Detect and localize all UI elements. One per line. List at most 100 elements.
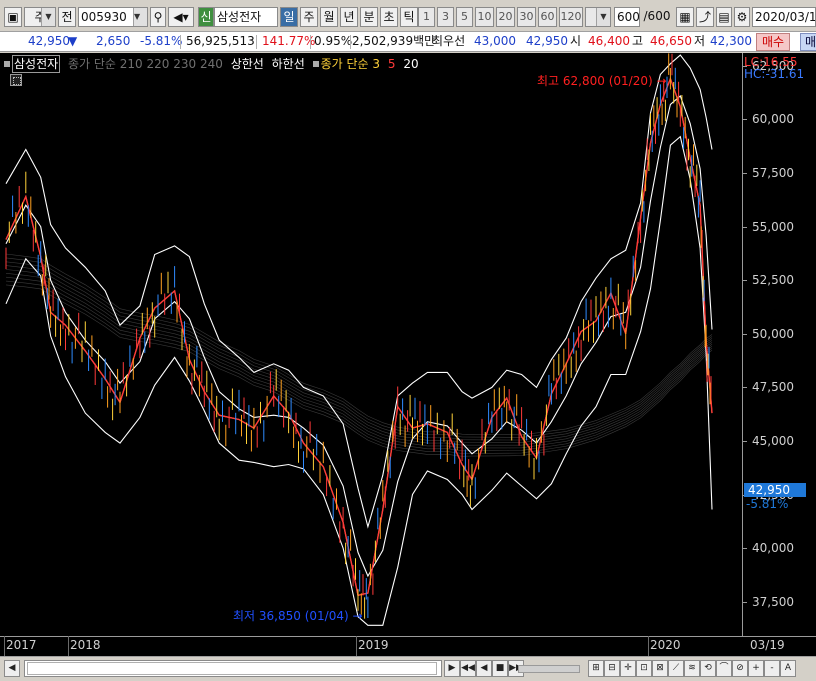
interval-5[interactable]: 5 [456, 7, 473, 27]
ruler-icon[interactable]: ⊡ [636, 660, 652, 677]
fibonacci-icon[interactable]: ≋ [684, 660, 700, 677]
eraser-icon[interactable]: ⊘ [732, 660, 748, 677]
x-tick [648, 636, 649, 656]
high-label: 고 [632, 34, 644, 48]
change-percent: -5.81% [140, 34, 183, 48]
low-annotation: 최저 36,850 (01/04) → [233, 609, 363, 623]
priority-label: 최우선 [432, 34, 466, 48]
grid-toggle-icon[interactable] [10, 74, 22, 86]
date-input[interactable]: 2020/03/1 [752, 7, 816, 27]
chevron-down-icon[interactable]: ▼ [133, 8, 147, 26]
buy-button[interactable]: 매수 [756, 33, 791, 51]
plot-area[interactable] [0, 53, 742, 636]
rewind-button[interactable]: ◀◀ [460, 660, 476, 677]
x-tick [68, 636, 69, 656]
legend-item[interactable]: 하한선 [272, 56, 305, 72]
legend-item[interactable]: 삼성전자 [12, 55, 61, 73]
x-axis-line [0, 636, 816, 637]
gear-icon[interactable]: ⚙ [734, 7, 750, 27]
window-menu-icon[interactable]: ▣ [4, 7, 22, 27]
interval-3[interactable]: 3 [437, 7, 454, 27]
code-input[interactable]: 005930 ▼ [78, 7, 148, 27]
scroll-thumb[interactable] [27, 662, 437, 675]
legend-item[interactable]: 5 [388, 56, 396, 72]
chevron-down-icon[interactable]: ▼ [596, 8, 610, 26]
speaker-icon[interactable]: ◀▾ [168, 7, 194, 27]
interval-1[interactable]: 1 [418, 7, 435, 27]
chevron-down-icon[interactable]: ▼ [41, 8, 55, 26]
credit-badge: 신 [198, 7, 214, 27]
stop-button[interactable]: ■ [492, 660, 508, 677]
legend-item[interactable]: 상한선 [231, 56, 264, 72]
interval-120[interactable]: 120 [559, 7, 583, 27]
tab-day[interactable]: 일 [280, 7, 298, 27]
search-icon[interactable]: ⚲ [150, 7, 166, 27]
text-tool-icon[interactable]: ⌒ [716, 660, 732, 677]
x-tick-label: 2020 [650, 638, 681, 652]
tab-month[interactable]: 월 [320, 7, 338, 27]
bottom-scrollbar: ◀ ▶ ◀◀ ◀ ■ ▶▶ ⊞ ⊟ ✛ ⊡ ⊠ ⟋ ≋ ⟲ ⌒ ⊘ + - A [0, 656, 816, 681]
auto-scale-button[interactable]: A [780, 660, 796, 677]
zoom-out-button[interactable]: - [764, 660, 780, 677]
zoom-in-button[interactable]: + [748, 660, 764, 677]
y-tick-label: 37,500 [752, 594, 794, 609]
open-price: 46,400 [588, 34, 630, 48]
y-tick-label: 40,000 [752, 541, 794, 556]
hc-readout: HC:-31.61 [744, 67, 805, 81]
stock-name-field[interactable]: 삼성전자 [214, 7, 278, 27]
best-ask: 42,950 [526, 34, 568, 48]
y-tick [742, 226, 747, 228]
high-annotation: 최고 62,800 (01/20) → [537, 74, 667, 88]
y-tick [742, 601, 747, 603]
tab-tick[interactable]: 틱 [400, 7, 418, 27]
interval-30[interactable]: 30 [517, 7, 536, 27]
play-back-button[interactable]: ◀ [476, 660, 492, 677]
zoom-in-icon[interactable]: ⊞ [588, 660, 604, 677]
legend-square-icon [312, 61, 319, 67]
y-tick [742, 387, 747, 389]
x-tick-label: 03/19 [750, 638, 785, 652]
scroll-track[interactable] [24, 660, 442, 677]
tab-minute[interactable]: 분 [360, 7, 378, 27]
bollinger-lower-line [5, 135, 713, 626]
count-input[interactable]: 600 [614, 7, 640, 27]
volume: 56,925,513 [186, 34, 255, 48]
y-tick-label: 50,000 [752, 326, 794, 341]
ma-bundle-line [5, 253, 713, 436]
price-change: 2,650 [96, 34, 131, 48]
tab-year[interactable]: 년 [340, 7, 358, 27]
x-tick-label: 2019 [358, 638, 389, 652]
y-tick-label: 55,000 [752, 219, 794, 234]
interval-60[interactable]: 60 [538, 7, 557, 27]
price-chart[interactable]: 삼성전자 종가 단순 210 220 230 240 상한선 하한선 종가 단순… [0, 53, 816, 656]
magnet-icon[interactable]: ⊠ [652, 660, 668, 677]
trend-line-icon[interactable]: ⟋ [668, 660, 684, 677]
y-tick [742, 440, 747, 442]
count-total: /600 [643, 9, 671, 23]
sell-button[interactable]: 매 [800, 33, 816, 51]
separator [180, 35, 181, 49]
interval-20[interactable]: 20 [496, 7, 515, 27]
trade-amount: 2,502,939백만 [352, 34, 436, 48]
compare-icon[interactable]: ⤴ [696, 7, 714, 27]
scroll-left-button[interactable]: ◀ [4, 660, 20, 677]
indicator-icon[interactable]: ▦ [676, 7, 694, 27]
separator [256, 35, 257, 49]
tab-week[interactable]: 주 [300, 7, 318, 27]
scroll-right-button[interactable]: ▶ [444, 660, 460, 677]
zoom-slider[interactable] [518, 665, 580, 673]
crosshair-icon[interactable]: ✛ [620, 660, 636, 677]
type-button[interactable]: 전 [58, 7, 76, 27]
interval-10[interactable]: 10 [475, 7, 494, 27]
zoom-out-icon[interactable]: ⊟ [604, 660, 620, 677]
legend-item[interactable]: 종가 단순 210 220 230 240 [68, 56, 223, 72]
period-select[interactable]: 주 ▼ [24, 7, 56, 27]
high-price: 46,650 [650, 34, 692, 48]
interval-dropdown[interactable]: ▼ [585, 7, 611, 27]
tab-second[interactable]: 초 [380, 7, 398, 27]
y-tick [742, 333, 747, 335]
grid-icon[interactable]: ▤ [716, 7, 732, 27]
legend-item[interactable]: 20 [403, 56, 418, 72]
cycle-icon[interactable]: ⟲ [700, 660, 716, 677]
legend-item[interactable]: 종가 단순 3 [321, 56, 380, 72]
